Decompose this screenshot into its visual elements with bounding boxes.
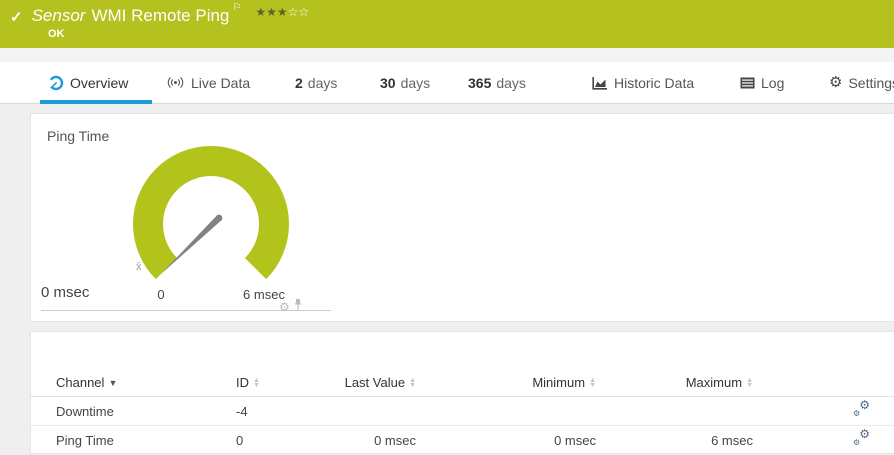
cell-last-value (326, 396, 416, 426)
table-row-ping-time: Ping Time 0 0 msec 0 msec 6 msec ⚙ ⚙ (31, 425, 894, 455)
star-icon[interactable]: ★ (255, 5, 266, 19)
channel-table: Channel ▼ ID ▲ ▼ Last Value ▲ ▼ Minimum ▲ ▼ Max… (31, 368, 894, 455)
channel-settings-gears-icon[interactable]: ⚙ ⚙ (853, 428, 870, 447)
star-icon[interactable]: ★ (266, 5, 277, 19)
active-tab-underline (40, 100, 152, 104)
header-separator-strip (0, 48, 894, 62)
column-header-minimum[interactable]: Minimum ▲ ▼ (416, 368, 596, 397)
tab-2-days-number: 2 (295, 74, 303, 91)
gauge-arc (133, 146, 289, 280)
table-header-row: Channel ▼ ID ▲ ▼ Last Value ▲ ▼ Minimum ▲ ▼ Max… (31, 368, 894, 397)
column-header-id-label: ID (236, 374, 249, 390)
star-icon[interactable]: ☆ (288, 5, 299, 19)
tab-365-days[interactable]: 365 days (468, 62, 526, 103)
star-icon[interactable]: ★ (277, 5, 288, 19)
area-chart-icon (592, 76, 608, 90)
cell-channel: Downtime (31, 396, 211, 426)
status-badge: OK (48, 28, 65, 40)
tab-overview-label: Overview (70, 74, 129, 91)
gauge-average-symbol: x̄ (136, 261, 142, 273)
cell-channel: Ping Time (31, 425, 211, 455)
column-header-actions (753, 368, 894, 397)
gauge-pin-icon[interactable] (293, 298, 303, 316)
cell-minimum (416, 396, 596, 426)
column-header-channel-label: Channel (56, 374, 105, 390)
column-header-maximum[interactable]: Maximum ▲ ▼ (596, 368, 753, 397)
sort-desc-icon: ▼ (108, 378, 118, 389)
cell-last-value: 0 msec (326, 425, 416, 455)
channel-table-panel: Channel ▼ ID ▲ ▼ Last Value ▲ ▼ Minimum ▲ ▼ Max… (30, 331, 894, 455)
channel-settings-gears-icon[interactable]: ⚙ ⚙ (853, 399, 870, 418)
gauge-footer-divider (41, 310, 331, 311)
cell-maximum (596, 396, 753, 426)
sort-both-icon: ▲ ▼ (253, 377, 260, 390)
column-header-last-value-label: Last Value (344, 374, 406, 390)
table-row-downtime: Downtime -4 ⚙ ⚙ (31, 396, 894, 426)
flag-icon[interactable]: ⚐ (232, 2, 241, 13)
sensor-name: WMI Remote Ping (91, 6, 230, 25)
tab-2-days[interactable]: 2 days (295, 62, 337, 103)
tab-30-days-unit: days (400, 74, 431, 91)
gauge-footer-icons: ⚙ (279, 298, 303, 316)
tab-30-days-number: 30 (380, 74, 396, 91)
star-icon[interactable]: ☆ (298, 5, 309, 19)
sort-both-icon: ▲ ▼ (589, 377, 596, 390)
tab-live-data[interactable]: Live Data (166, 62, 250, 103)
cell-minimum: 0 msec (416, 425, 596, 455)
tab-bar: Overview Live Data 2 days 30 days 365 da… (0, 62, 894, 104)
status-ok-check-icon: ✓ (10, 9, 23, 26)
tab-historic-data[interactable]: Historic Data (592, 62, 694, 103)
column-header-channel[interactable]: Channel ▼ (31, 368, 211, 397)
sort-both-icon: ▲ ▼ (409, 377, 416, 390)
column-header-maximum-label: Maximum (685, 374, 743, 390)
tab-365-days-number: 365 (468, 74, 492, 91)
tab-log-label: Log (761, 74, 785, 91)
gauge-settings-gear-icon[interactable]: ⚙ (279, 300, 290, 314)
cell-id: 0 (211, 425, 326, 455)
tab-30-days[interactable]: 30 days (380, 62, 430, 103)
sensor-title-row: ✓ Sensor WMI Remote Ping ⚐ ★★★☆☆ (10, 2, 309, 27)
ping-time-gauge-panel: Ping Time x̄ 0 6 msec 0 msec ⚙ (30, 113, 894, 322)
gauge-scale-min-label: 0 (157, 287, 165, 302)
column-header-id[interactable]: ID ▲ ▼ (211, 368, 326, 397)
tab-settings[interactable]: ⚙ Settings (829, 62, 894, 103)
sensor-kind-label: Sensor (31, 6, 86, 25)
tab-historic-data-label: Historic Data (614, 74, 695, 91)
gear-icon: ⚙ (829, 74, 843, 91)
live-data-icon (166, 76, 185, 89)
column-header-last-value[interactable]: Last Value ▲ ▼ (326, 368, 416, 397)
cell-maximum: 6 msec (596, 425, 753, 455)
cell-id: -4 (211, 396, 326, 426)
tab-settings-label: Settings (848, 74, 894, 91)
tab-365-days-unit: days (496, 74, 526, 91)
gauge-needle (161, 215, 222, 274)
gauge-icon (48, 75, 64, 91)
tab-live-data-label: Live Data (191, 74, 251, 91)
tab-overview[interactable]: Overview (48, 62, 128, 103)
priority-stars[interactable]: ★★★☆☆ (255, 5, 309, 19)
column-header-minimum-label: Minimum (532, 374, 586, 390)
sort-both-icon: ▲ ▼ (746, 377, 753, 390)
gauge-current-value: 0 msec (41, 284, 90, 301)
log-list-icon (740, 77, 755, 89)
tab-2-days-unit: days (307, 74, 338, 91)
sensor-header-banner: ✓ Sensor WMI Remote Ping ⚐ ★★★☆☆ OK (0, 0, 894, 48)
tab-log[interactable]: Log (740, 62, 784, 103)
